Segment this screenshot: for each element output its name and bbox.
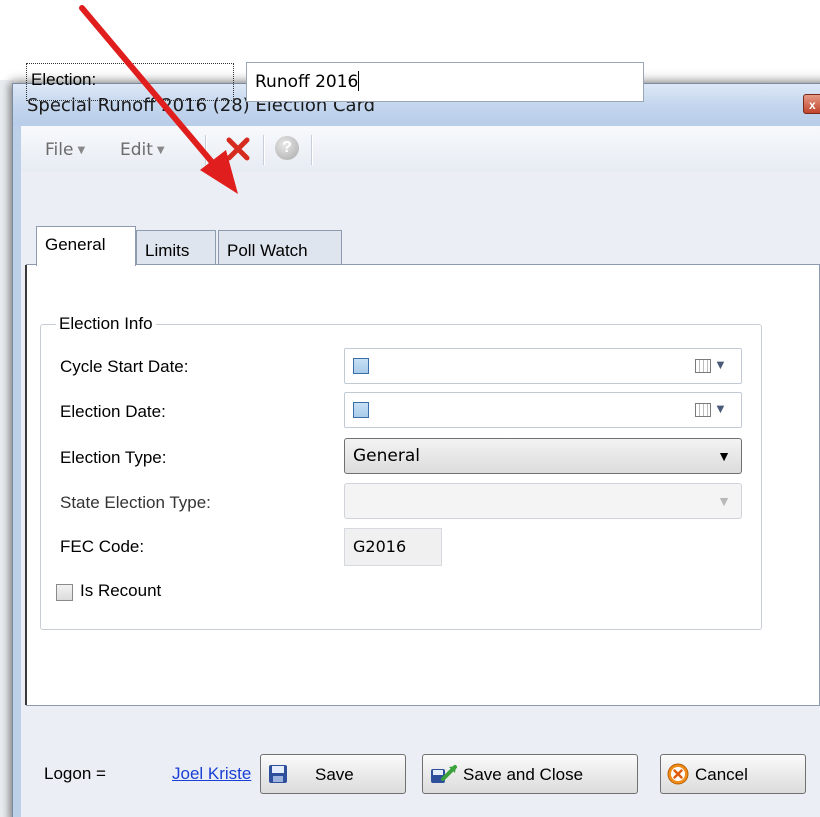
toolbar-separator [205, 135, 207, 165]
calendar-icon[interactable] [695, 403, 711, 417]
close-icon: x [809, 98, 816, 112]
election-type-value: General [353, 446, 420, 466]
election-date-checkbox[interactable] [353, 402, 369, 418]
edit-menu-label: Edit [120, 140, 153, 160]
toolbar: File ▼ Edit ▼ ? [21, 126, 820, 172]
tab-general-label: General [45, 235, 106, 254]
election-type-label: Election Type: [60, 448, 167, 467]
election-type-select[interactable]: General ▼ [344, 438, 742, 474]
logon-user-link[interactable]: Joel Kriste [172, 764, 260, 784]
is-recount-label[interactable]: Is Recount [80, 581, 161, 601]
cycle-start-date-checkbox[interactable] [353, 358, 369, 374]
chevron-down-icon: ▼ [717, 448, 731, 464]
election-label: Election: [26, 63, 234, 101]
close-button[interactable]: x [803, 94, 820, 114]
text-cursor [358, 71, 360, 91]
save-and-close-button[interactable]: Save and Close [422, 754, 638, 794]
chevron-down-icon: ▼ [717, 493, 731, 509]
panel-edge [25, 265, 27, 705]
logon-label: Logon = [44, 764, 106, 783]
file-menu-label: File [45, 140, 74, 160]
state-election-type-label: State Election Type: [60, 493, 211, 512]
tab-limits[interactable]: Limits [136, 230, 216, 264]
calendar-icon[interactable] [695, 359, 711, 373]
help-icon-glyph: ? [282, 139, 292, 156]
cycle-start-date-picker[interactable]: ▼ [344, 348, 742, 384]
tab-poll-watch[interactable]: Poll Watch [218, 230, 342, 264]
tab-limits-label: Limits [145, 241, 190, 260]
chevron-down-icon[interactable]: ▼ [714, 401, 727, 416]
election-name-input[interactable]: Runoff 2016 [246, 62, 644, 102]
is-recount-checkbox[interactable] [56, 584, 73, 601]
state-election-type-select[interactable]: ▼ [344, 483, 742, 519]
save-and-close-button-label: Save and Close [463, 765, 584, 784]
election-info-title: Election Info [56, 314, 156, 334]
delete-icon[interactable] [223, 134, 253, 164]
chevron-down-icon[interactable]: ▼ [714, 357, 727, 372]
fec-code-label: FEC Code: [60, 537, 145, 556]
election-date-label: Election Date: [60, 402, 166, 421]
election-date-picker[interactable]: ▼ [344, 392, 742, 428]
tab-general[interactable]: General [36, 226, 136, 266]
save-button-label: Save [315, 765, 354, 784]
cancel-icon [667, 763, 689, 785]
toolbar-separator [311, 135, 313, 165]
floppy-disk-icon [269, 765, 287, 783]
help-icon[interactable]: ? [275, 136, 299, 160]
save-and-close-icon [431, 765, 457, 783]
tab-poll-watch-label: Poll Watch [227, 241, 308, 260]
fec-code-field: G2016 [344, 528, 442, 566]
screenshot: Special Runoff 2016 (28) Election Card x… [0, 0, 820, 817]
election-name-value: Runoff 2016 [255, 72, 359, 92]
cancel-button[interactable]: Cancel [660, 754, 806, 794]
cycle-start-date-label: Cycle Start Date: [60, 357, 189, 376]
chevron-down-icon: ▼ [77, 145, 86, 156]
edit-menu[interactable]: Edit ▼ [120, 140, 165, 160]
save-button[interactable]: Save [260, 754, 406, 794]
cancel-button-label: Cancel [695, 765, 748, 784]
file-menu[interactable]: File ▼ [45, 140, 85, 160]
toolbar-separator [263, 135, 265, 165]
chevron-down-icon: ▼ [156, 145, 165, 156]
